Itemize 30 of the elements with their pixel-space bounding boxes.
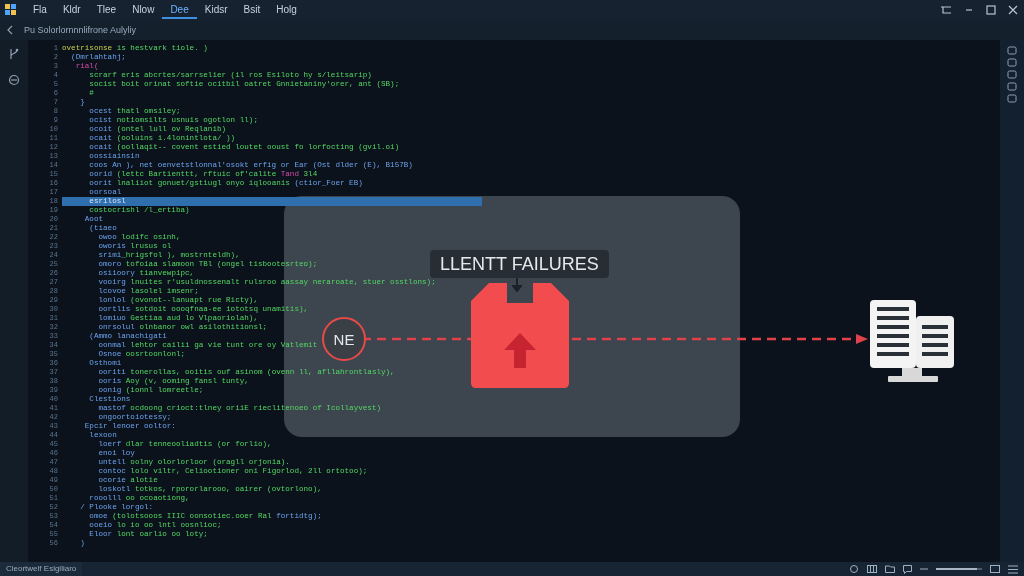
restore-icon[interactable] xyxy=(940,5,952,15)
server-icon xyxy=(870,300,954,382)
menu-item[interactable]: Fla xyxy=(25,1,55,19)
breadcrumb: Pu Solorlornnnlifrone Aulyliy xyxy=(24,25,137,35)
menu-item[interactable]: Tlee xyxy=(88,1,125,19)
comment-icon[interactable] xyxy=(903,564,912,574)
menu-item[interactable]: Holg xyxy=(268,1,305,19)
app-logo-icon xyxy=(5,4,17,16)
grid-icon[interactable] xyxy=(867,565,877,573)
folder-icon[interactable] xyxy=(885,565,895,573)
callout-pointer-icon xyxy=(512,278,522,292)
back-icon[interactable] xyxy=(6,25,14,35)
menu-icon[interactable] xyxy=(1008,564,1018,574)
close-icon[interactable] xyxy=(1008,5,1018,15)
menu-item[interactable]: Dee xyxy=(162,1,197,19)
sync-icon[interactable] xyxy=(849,564,859,574)
minimize-icon[interactable] xyxy=(964,8,974,12)
zoom-out-icon[interactable] xyxy=(920,567,928,571)
debug-icon[interactable] xyxy=(8,74,20,86)
layout-icon[interactable] xyxy=(990,565,1000,573)
upload-file-icon xyxy=(471,283,569,388)
menu-item[interactable]: Kidsr xyxy=(196,1,236,19)
status-text: Cleortwelf Eslglliaro xyxy=(0,562,83,576)
menu-item[interactable]: Bsit xyxy=(235,1,269,19)
maximize-icon[interactable] xyxy=(986,5,996,15)
source-control-icon[interactable] xyxy=(8,48,20,60)
menu-item[interactable]: Nlow xyxy=(124,1,163,19)
node-circle: NE xyxy=(322,317,366,361)
menu-item[interactable]: Kldr xyxy=(54,1,89,19)
callout-label: LLENTT FAILURES xyxy=(430,250,609,278)
